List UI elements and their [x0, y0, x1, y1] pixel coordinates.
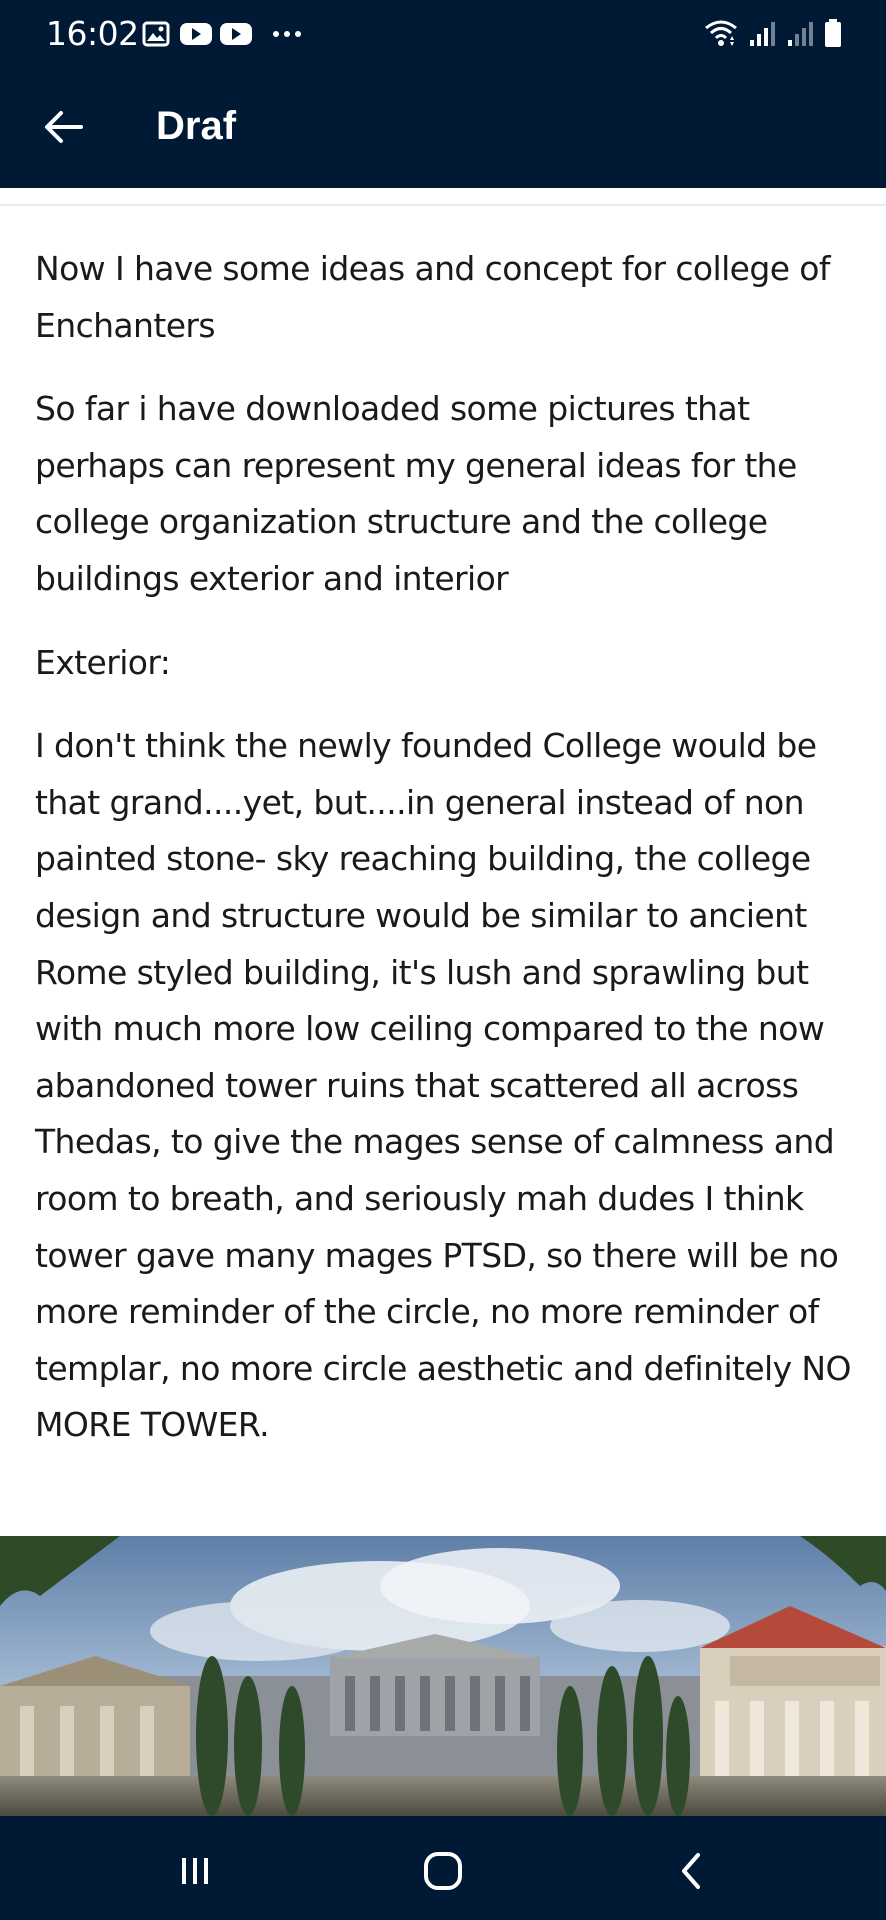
system-icons — [704, 16, 842, 52]
gallery-icon — [142, 20, 170, 48]
youtube-icon — [220, 20, 252, 48]
youtube-icon — [180, 20, 212, 48]
paragraph: So far i have downloaded some pictures t… — [35, 389, 797, 598]
status-time: 16:02 — [46, 14, 139, 53]
status-bar: 16:02 — [0, 0, 886, 68]
post-body[interactable]: Now I have some ideas and concept for co… — [35, 241, 855, 1481]
paragraph: Exterior: — [35, 642, 171, 682]
back-icon[interactable] — [666, 1846, 716, 1896]
paragraph: Now I have some ideas and concept for co… — [35, 249, 831, 345]
ancient-rome-buildings-image[interactable] — [0, 1536, 886, 1816]
system-nav-bar — [0, 1816, 886, 1920]
page-title: Draf — [156, 104, 237, 148]
signal-icon — [748, 18, 776, 52]
signal-icon — [786, 18, 814, 52]
home-icon[interactable] — [418, 1846, 468, 1896]
recent-apps-icon[interactable] — [170, 1846, 220, 1896]
more-notifications-icon — [272, 20, 302, 48]
battery-icon — [824, 18, 842, 52]
paragraph: I don't think the newly founded College … — [35, 726, 852, 1445]
divider — [0, 204, 886, 206]
wifi-icon — [704, 18, 738, 52]
arrow-left-icon[interactable] — [38, 102, 88, 152]
app-bar: Draf — [0, 68, 886, 188]
